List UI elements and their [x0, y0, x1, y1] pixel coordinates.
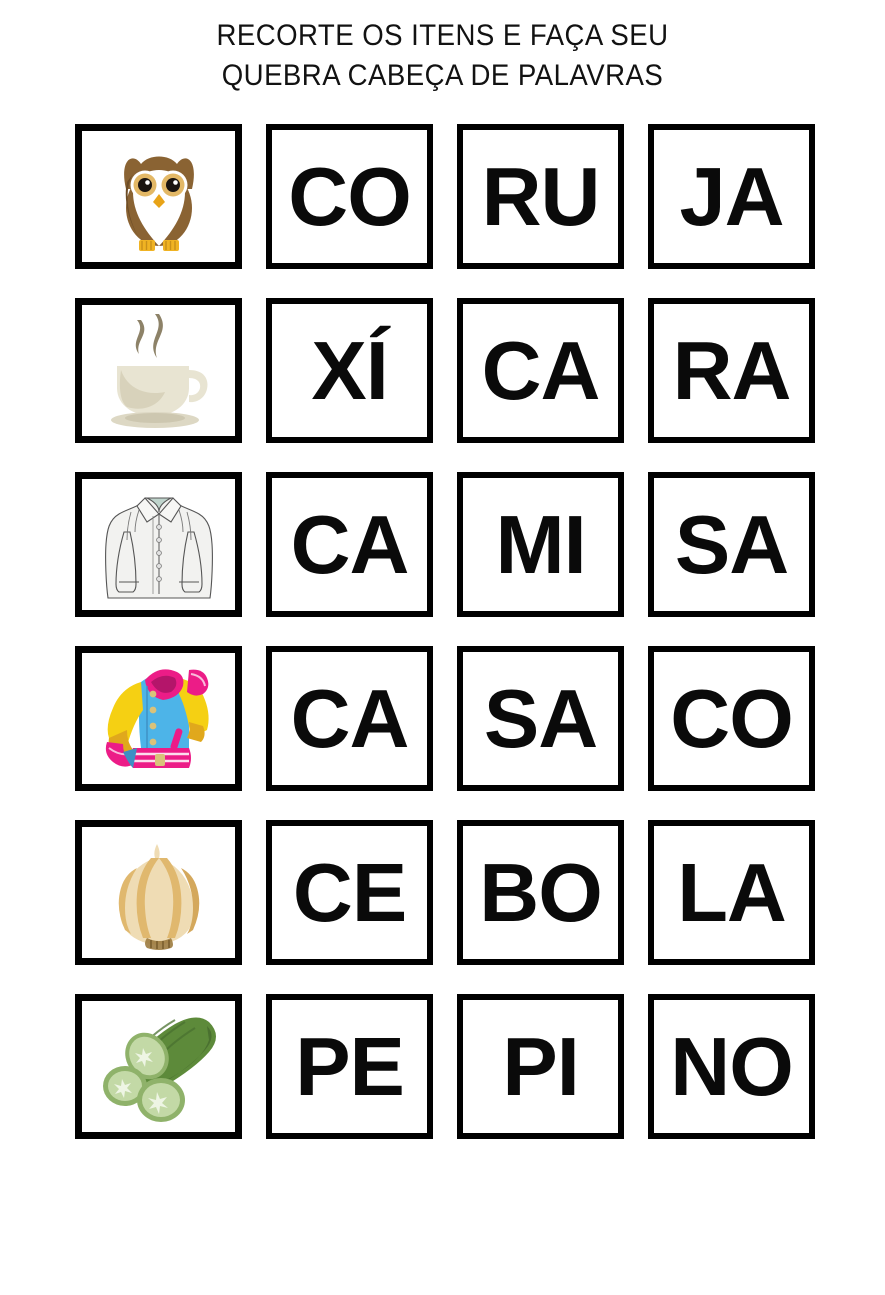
syllable-card[interactable]: SA	[457, 646, 625, 791]
picture-card-shirt[interactable]	[75, 472, 243, 617]
syllable-text: MI	[495, 498, 586, 591]
syllable-text: PE	[295, 1020, 405, 1113]
table-row: XÍ CA RA	[75, 298, 816, 443]
syllable-text: CA	[481, 324, 601, 417]
syllable-text: SA	[483, 672, 598, 765]
owl-icon	[123, 156, 194, 251]
onion-icon	[118, 843, 199, 950]
syllable-card[interactable]: NO	[648, 994, 816, 1139]
table-row: CA MI SA	[75, 472, 816, 617]
puzzle-card-grid: CO RU JA XÍ CA RA CA MI SA CA SA CO CE B…	[75, 124, 816, 1139]
worksheet-title: RECORTE OS ITENS E FAÇA SEU QUEBRA CABEÇ…	[0, 16, 885, 96]
syllable-text: XÍ	[311, 324, 388, 417]
syllable-text: CO	[288, 150, 411, 243]
title-line-1: RECORTE OS ITENS E FAÇA SEU	[216, 19, 669, 52]
syllable-card[interactable]: MI	[457, 472, 625, 617]
syllable-text: NO	[670, 1020, 793, 1113]
syllable-card[interactable]: PI	[457, 994, 625, 1139]
syllable-text: SA	[674, 498, 789, 591]
picture-card-jacket[interactable]	[75, 646, 243, 791]
syllable-card[interactable]: JA	[648, 124, 816, 269]
syllable-text: CA	[290, 498, 410, 591]
picture-card-owl[interactable]	[75, 124, 243, 269]
varsity-jacket-icon	[105, 668, 209, 768]
table-row: CE BO LA	[75, 820, 816, 965]
title-line-2: QUEBRA CABEÇA DE PALAVRAS	[221, 59, 664, 92]
table-row: CA SA CO	[75, 646, 816, 791]
syllable-card[interactable]: RA	[648, 298, 816, 443]
syllable-card[interactable]: CA	[266, 646, 434, 791]
picture-card-onion[interactable]	[75, 820, 243, 965]
syllable-text: PI	[502, 1020, 579, 1113]
syllable-card[interactable]: RU	[457, 124, 625, 269]
syllable-card[interactable]: XÍ	[266, 298, 434, 443]
picture-card-cup[interactable]	[75, 298, 243, 443]
table-row: PE PI NO	[75, 994, 816, 1139]
table-row: CO RU JA	[75, 124, 816, 269]
syllable-text: JA	[679, 150, 784, 243]
syllable-text: RA	[672, 324, 792, 417]
syllable-card[interactable]: CA	[457, 298, 625, 443]
syllable-card[interactable]: CE	[266, 820, 434, 965]
syllable-card[interactable]: PE	[266, 994, 434, 1139]
syllable-text: LA	[677, 846, 787, 939]
syllable-text: CO	[670, 672, 793, 765]
syllable-card[interactable]: BO	[457, 820, 625, 965]
cucumber-icon	[102, 1016, 216, 1122]
picture-card-cucumber[interactable]	[75, 994, 243, 1139]
syllable-card[interactable]: SA	[648, 472, 816, 617]
syllable-text: CA	[290, 672, 410, 765]
syllable-text: CE	[292, 846, 407, 939]
coffee-cup-icon	[110, 313, 208, 428]
dress-shirt-icon	[104, 496, 213, 599]
syllable-card[interactable]: CO	[266, 124, 434, 269]
syllable-card[interactable]: CO	[648, 646, 816, 791]
syllable-card[interactable]: CA	[266, 472, 434, 617]
syllable-card[interactable]: LA	[648, 820, 816, 965]
syllable-text: RU	[481, 150, 601, 243]
syllable-text: BO	[479, 846, 602, 939]
